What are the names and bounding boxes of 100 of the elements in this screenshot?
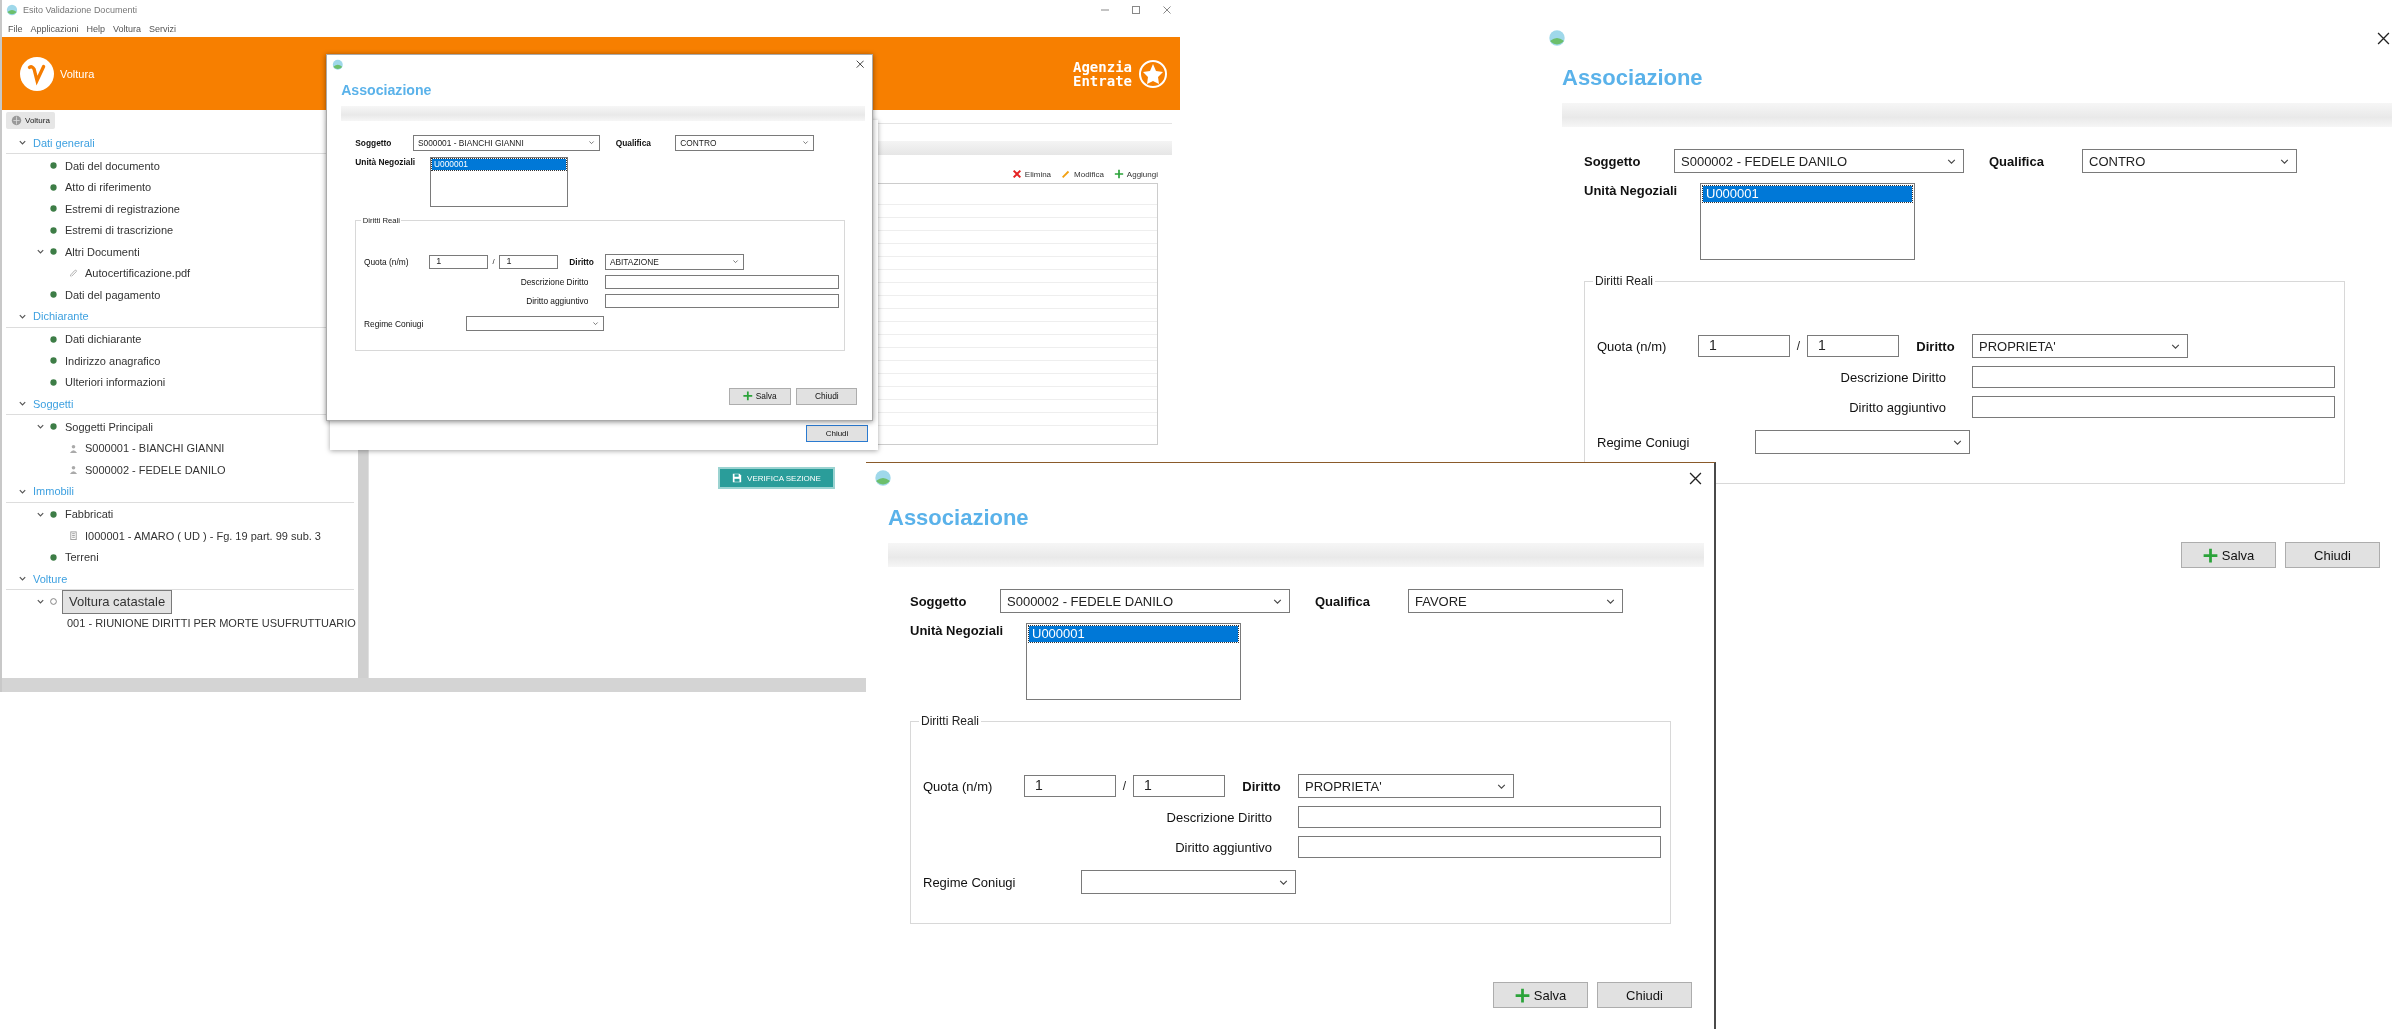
tree-item[interactable]: Autocertificazione.pdf — [82, 266, 194, 281]
chevron-icon[interactable] — [18, 138, 27, 147]
tree-item[interactable]: Estremi di registrazione — [62, 201, 183, 216]
chevron-icon[interactable] — [36, 597, 45, 607]
menu-item[interactable]: Voltura — [113, 23, 142, 34]
status-dot-icon — [49, 552, 58, 562]
tree-item[interactable]: I000001 - AMARO ( UD ) - Fg. 19 part. 99 sub. 3 — [82, 528, 324, 543]
circle-icon — [49, 597, 58, 607]
close-icon[interactable] — [1689, 471, 1702, 485]
brand-name: Agenzia Entrate — [1072, 59, 1132, 88]
delete-icon — [1011, 169, 1022, 179]
paperclip-icon — [69, 268, 78, 278]
field-label: Soggetto — [910, 593, 968, 609]
input-field[interactable]: 1 — [499, 254, 559, 269]
field-label: Descrizione Diritto — [1165, 809, 1272, 825]
chevron-icon[interactable] — [18, 574, 27, 583]
list-box[interactable]: U000001 — [1700, 183, 1915, 260]
field-label: Regime Coniugi — [364, 318, 425, 329]
tree-item[interactable]: Voltura catastale — [62, 589, 173, 614]
field-label: Regime Coniugi — [923, 874, 1017, 890]
close-button[interactable]: Chiudi — [806, 425, 868, 442]
close-icon[interactable] — [2377, 31, 2390, 45]
tree-item[interactable]: 001 - RIUNIONE DIRITTI PER MORTE USUFRUTTUARIO — [64, 616, 359, 631]
tree-item[interactable]: Ulteriori informazioni — [62, 375, 169, 390]
maximize-icon[interactable] — [1131, 5, 1141, 15]
tree-item[interactable]: Soggetti Principali — [62, 419, 157, 434]
input-field[interactable]: 1 — [1133, 775, 1225, 797]
tree-item[interactable]: Dati dichiarante — [62, 332, 145, 347]
input-field[interactable]: 1 — [1698, 335, 1790, 357]
field-label: Qualifica — [1315, 593, 1371, 609]
dropdown[interactable]: PROPRIETA' — [1298, 774, 1514, 798]
tree-item[interactable]: Indirizzo anagrafico — [62, 353, 164, 368]
menu-item[interactable]: Applicazioni — [30, 23, 79, 34]
dropdown[interactable] — [1755, 430, 1970, 454]
status-dot-icon — [49, 247, 58, 257]
input-field[interactable] — [605, 294, 839, 309]
tree-item[interactable]: S000002 - FEDELE DANILO — [82, 462, 229, 477]
input-field[interactable]: 1 — [428, 254, 489, 269]
dialog-button[interactable]: Chiudi — [1597, 982, 1692, 1008]
tree-item[interactable]: Fabbricati — [62, 507, 117, 522]
dialog-button[interactable]: Salva — [1493, 982, 1588, 1008]
list-item[interactable]: U000001 — [1703, 186, 1912, 202]
menu-item[interactable]: Servizi — [149, 23, 177, 34]
dialog-title: Associazione — [341, 82, 433, 98]
chevron-icon[interactable] — [18, 399, 27, 408]
input-field[interactable]: 1 — [1024, 775, 1116, 797]
dropdown[interactable] — [1081, 870, 1296, 894]
toolbar-button[interactable]: Aggiungi — [1113, 169, 1158, 179]
status-dot-icon — [49, 509, 58, 519]
input-field[interactable] — [1972, 396, 2335, 418]
dropdown[interactable]: CONTRO — [2082, 149, 2297, 173]
input-field[interactable] — [605, 274, 839, 289]
dropdown[interactable]: S000002 - FEDELE DANILO — [1000, 589, 1290, 613]
input-field[interactable] — [1972, 366, 2335, 388]
app-icon — [332, 58, 344, 71]
tree-item[interactable]: Dati del documento — [62, 158, 163, 173]
dialog-button[interactable]: Chiudi — [796, 387, 858, 405]
tree-item[interactable]: S000001 - BIANCHI GIANNI — [82, 441, 228, 456]
menu-item[interactable]: File — [8, 23, 23, 34]
emblem-icon — [1138, 58, 1168, 89]
input-field[interactable] — [1298, 836, 1661, 858]
window-title: Esito Validazione Documenti — [23, 5, 137, 15]
list-item[interactable]: U000001 — [432, 159, 566, 170]
list-box[interactable]: U000001 — [429, 157, 569, 207]
field-label: Unità Negoziali — [1584, 183, 1679, 198]
toolbar-button[interactable]: Modifica — [1061, 169, 1104, 179]
field-label: Unità Negoziali — [355, 157, 417, 168]
tree-item[interactable]: Terreni — [62, 550, 102, 565]
dialog-button[interactable]: Salva — [2181, 542, 2276, 568]
list-item[interactable]: U000001 — [1029, 626, 1238, 642]
dropdown[interactable]: S000002 - FEDELE DANILO — [1674, 149, 1964, 173]
list-box[interactable]: U000001 — [1026, 623, 1241, 700]
globe-icon — [11, 115, 22, 126]
toolbar-button[interactable]: Elimina — [1011, 169, 1052, 179]
dropdown[interactable]: S000001 - BIANCHI GIANNI — [413, 135, 600, 151]
app-icon — [874, 469, 892, 487]
menu-item[interactable]: Help — [86, 23, 106, 34]
tree-item[interactable]: Dati del pagamento — [62, 287, 164, 302]
dropdown[interactable]: FAVORE — [1408, 589, 1623, 613]
dialog-button[interactable]: Salva — [729, 387, 791, 405]
dialog-button[interactable]: Chiudi — [2285, 542, 2380, 568]
app-icon — [6, 4, 18, 16]
tree-item[interactable]: Estremi di trascrizione — [62, 223, 177, 238]
dropdown[interactable]: PROPRIETA' — [1972, 334, 2188, 358]
separator-text: / — [1121, 779, 1128, 793]
tree-item[interactable]: Altri Documenti — [62, 244, 143, 259]
input-field[interactable] — [1298, 806, 1661, 828]
chevron-icon[interactable] — [36, 422, 45, 432]
dropdown[interactable]: ABITAZIONE — [605, 254, 744, 270]
status-dot-icon — [49, 377, 58, 387]
separator-text: / — [1795, 339, 1802, 353]
plus-icon — [2202, 547, 2218, 563]
dropdown[interactable] — [465, 315, 604, 332]
tree-item[interactable]: Atto di riferimento — [62, 180, 155, 195]
logo-icon — [20, 56, 54, 91]
input-field[interactable]: 1 — [1807, 335, 1899, 357]
chevron-icon[interactable] — [36, 247, 45, 257]
dropdown[interactable]: CONTRO — [675, 135, 814, 151]
tab[interactable]: Voltura — [6, 112, 55, 129]
field-label: Diritto — [1915, 338, 1956, 354]
